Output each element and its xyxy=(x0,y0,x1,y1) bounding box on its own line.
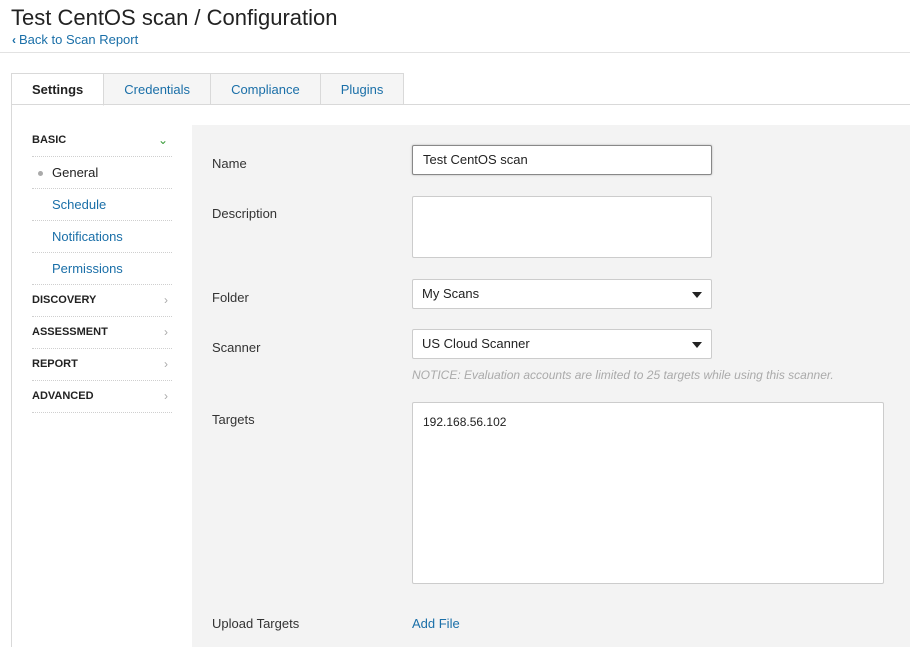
bullet-icon xyxy=(38,171,43,176)
sidebar-section-label: DISCOVERY xyxy=(32,294,97,306)
sidebar-section-label: ASSESSMENT xyxy=(32,326,108,338)
description-textarea[interactable] xyxy=(412,196,712,258)
folder-select[interactable]: My Scans xyxy=(412,279,712,309)
name-label: Name xyxy=(212,156,247,171)
dropdown-arrow-icon xyxy=(692,342,702,348)
folder-label: Folder xyxy=(212,290,249,305)
scanner-notice: NOTICE: Evaluation accounts are limited … xyxy=(412,368,834,382)
sidebar-section-assessment[interactable]: ASSESSMENT › xyxy=(32,317,172,349)
settings-sidebar: BASIC ⌄ General Schedule Notifications P… xyxy=(32,125,172,413)
sidebar-section-report[interactable]: REPORT › xyxy=(32,349,172,381)
scanner-select-value: US Cloud Scanner xyxy=(422,336,530,351)
sidebar-section-advanced[interactable]: ADVANCED › xyxy=(32,381,172,413)
content-left-border xyxy=(11,104,12,647)
sidebar-section-discovery[interactable]: DISCOVERY › xyxy=(32,285,172,317)
chevron-right-icon: › xyxy=(164,357,168,371)
sidebar-item-label: Notifications xyxy=(52,229,123,244)
sidebar-item-label: Schedule xyxy=(52,197,107,212)
back-to-scan-report-link[interactable]: ‹ Back to Scan Report xyxy=(12,32,138,47)
tab-settings[interactable]: Settings xyxy=(11,73,105,106)
chevron-right-icon: › xyxy=(164,389,168,403)
targets-textarea[interactable]: 192.168.56.102 xyxy=(412,402,884,584)
add-file-link[interactable]: Add File xyxy=(412,616,460,631)
chevron-right-icon: › xyxy=(164,325,168,339)
tab-credentials[interactable]: Credentials xyxy=(104,73,212,105)
upload-targets-label: Upload Targets xyxy=(212,616,300,631)
targets-label: Targets xyxy=(212,412,255,427)
folder-select-value: My Scans xyxy=(422,286,480,301)
sidebar-section-label: REPORT xyxy=(32,358,78,370)
sidebar-item-schedule[interactable]: Schedule xyxy=(32,189,172,221)
back-link-label: Back to Scan Report xyxy=(19,32,139,47)
scanner-label: Scanner xyxy=(212,340,261,355)
sidebar-item-general[interactable]: General xyxy=(32,157,172,189)
chevron-down-icon: ⌄ xyxy=(157,133,168,147)
page-title: Test CentOS scan / Configuration xyxy=(11,5,338,30)
sidebar-item-label: Permissions xyxy=(52,261,123,276)
sidebar-item-notifications[interactable]: Notifications xyxy=(32,221,172,253)
sidebar-section-label: ADVANCED xyxy=(32,390,94,402)
chevron-left-icon: ‹ xyxy=(12,33,16,47)
tab-bar: Settings Credentials Compliance Plugins xyxy=(11,73,405,106)
chevron-right-icon: › xyxy=(164,293,168,307)
tab-compliance[interactable]: Compliance xyxy=(211,73,321,105)
tab-plugins[interactable]: Plugins xyxy=(320,73,405,105)
dropdown-arrow-icon xyxy=(692,292,702,298)
description-label: Description xyxy=(212,206,278,221)
sidebar-section-label: BASIC xyxy=(32,134,67,146)
scanner-select[interactable]: US Cloud Scanner xyxy=(412,329,712,359)
sidebar-item-label: General xyxy=(52,165,99,180)
sidebar-item-permissions[interactable]: Permissions xyxy=(32,253,172,285)
sidebar-section-basic[interactable]: BASIC ⌄ xyxy=(32,125,172,157)
tabs-divider xyxy=(11,104,910,105)
name-input[interactable]: Test CentOS scan xyxy=(412,145,712,175)
header-divider xyxy=(0,52,910,53)
